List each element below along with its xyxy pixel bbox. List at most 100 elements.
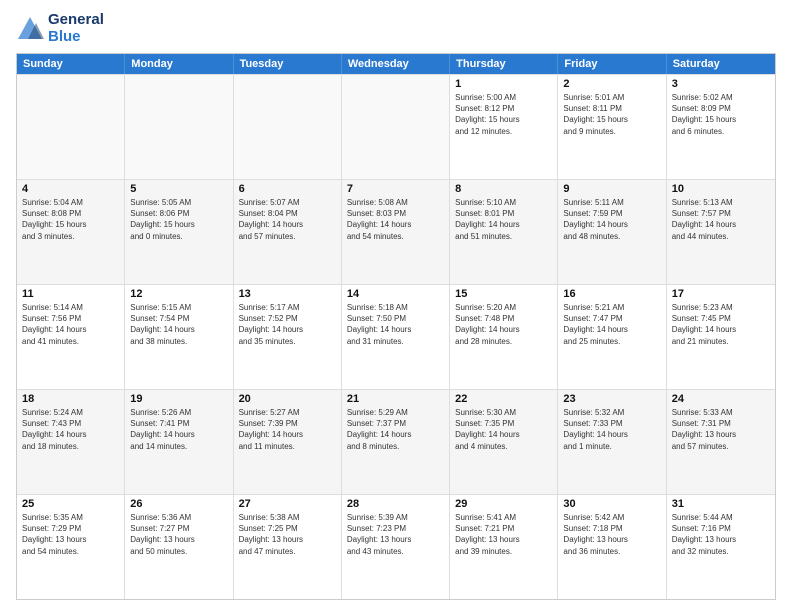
day-number: 15: [455, 288, 552, 300]
day-number: 6: [239, 183, 336, 195]
day-info: Sunrise: 5:23 AM Sunset: 7:45 PM Dayligh…: [672, 302, 770, 347]
calendar-cell: 25 Sunrise: 5:35 AM Sunset: 7:29 PM Dayli…: [17, 495, 125, 599]
calendar-cell: 4 Sunrise: 5:04 AM Sunset: 8:08 PM Daylig…: [17, 180, 125, 284]
day-info: Sunrise: 5:29 AM Sunset: 7:37 PM Dayligh…: [347, 407, 444, 452]
day-number: 10: [672, 183, 770, 195]
day-number: 29: [455, 498, 552, 510]
day-number: 18: [22, 393, 119, 405]
calendar-cell: 27Sunrise: 5:38 AM Sunset: 7:25 PM Dayli…: [234, 495, 342, 599]
calendar-cell: 14 Sunrise: 5:18 AM Sunset: 7:50 PM Dayli…: [342, 285, 450, 389]
calendar-cell: 3 Sunrise: 5:02 AM Sunset: 8:09 PM Daylig…: [667, 75, 775, 179]
day-number: 11: [22, 288, 119, 300]
day-info: Sunrise: 5:07 AM Sunset: 8:04 PM Dayligh…: [239, 197, 336, 242]
day-number: 5: [130, 183, 227, 195]
header-cell-friday: Friday: [558, 54, 666, 74]
calendar-cell: 13Sunrise: 5:17 AM Sunset: 7:52 PM Dayli…: [234, 285, 342, 389]
calendar-cell: [17, 75, 125, 179]
day-info: Sunrise: 5:20 AM Sunset: 7:48 PM Dayligh…: [455, 302, 552, 347]
calendar-cell: 11 Sunrise: 5:14 AM Sunset: 7:56 PM Dayli…: [17, 285, 125, 389]
calendar: SundayMondayTuesdayWednesdayThursdayFrid…: [16, 53, 776, 600]
day-info: Sunrise: 5:41 AM Sunset: 7:21 PM Dayligh…: [455, 512, 552, 557]
calendar-cell: 7Sunrise: 5:08 AM Sunset: 8:03 PM Daylig…: [342, 180, 450, 284]
calendar-row: 4 Sunrise: 5:04 AM Sunset: 8:08 PM Daylig…: [17, 179, 775, 284]
header: General Blue: [16, 12, 776, 45]
day-number: 4: [22, 183, 119, 195]
calendar-cell: 16 Sunrise: 5:21 AM Sunset: 7:47 PM Dayli…: [558, 285, 666, 389]
calendar-row: 1 Sunrise: 5:00 AM Sunset: 8:12 PM Daylig…: [17, 74, 775, 179]
day-info: Sunrise: 5:26 AM Sunset: 7:41 PM Dayligh…: [130, 407, 227, 452]
day-info: Sunrise: 5:08 AM Sunset: 8:03 PM Dayligh…: [347, 197, 444, 242]
calendar-cell: 9Sunrise: 5:11 AM Sunset: 7:59 PM Daylig…: [558, 180, 666, 284]
day-info: Sunrise: 5:02 AM Sunset: 8:09 PM Dayligh…: [672, 92, 770, 137]
calendar-cell: [125, 75, 233, 179]
calendar-row: 25 Sunrise: 5:35 AM Sunset: 7:29 PM Dayli…: [17, 494, 775, 599]
logo-icon: [16, 15, 44, 43]
calendar-header: SundayMondayTuesdayWednesdayThursdayFrid…: [17, 54, 775, 74]
day-info: Sunrise: 5:35 AM Sunset: 7:29 PM Dayligh…: [22, 512, 119, 557]
logo: General Blue: [16, 12, 104, 45]
day-info: Sunrise: 5:11 AM Sunset: 7:59 PM Dayligh…: [563, 197, 660, 242]
calendar-cell: 20 Sunrise: 5:27 AM Sunset: 7:39 PM Dayli…: [234, 390, 342, 494]
calendar-cell: 19 Sunrise: 5:26 AM Sunset: 7:41 PM Dayli…: [125, 390, 233, 494]
header-cell-tuesday: Tuesday: [234, 54, 342, 74]
header-cell-thursday: Thursday: [450, 54, 558, 74]
calendar-body: 1 Sunrise: 5:00 AM Sunset: 8:12 PM Daylig…: [17, 74, 775, 599]
header-cell-saturday: Saturday: [667, 54, 775, 74]
day-info: Sunrise: 5:42 AM Sunset: 7:18 PM Dayligh…: [563, 512, 660, 557]
day-info: Sunrise: 5:21 AM Sunset: 7:47 PM Dayligh…: [563, 302, 660, 347]
calendar-cell: 8 Sunrise: 5:10 AM Sunset: 8:01 PM Daylig…: [450, 180, 558, 284]
day-info: Sunrise: 5:27 AM Sunset: 7:39 PM Dayligh…: [239, 407, 336, 452]
day-info: Sunrise: 5:10 AM Sunset: 8:01 PM Dayligh…: [455, 197, 552, 242]
day-number: 24: [672, 393, 770, 405]
day-info: Sunrise: 5:44 AM Sunset: 7:16 PM Dayligh…: [672, 512, 770, 557]
day-number: 23: [563, 393, 660, 405]
calendar-cell: 10 Sunrise: 5:13 AM Sunset: 7:57 PM Dayli…: [667, 180, 775, 284]
day-info: Sunrise: 5:04 AM Sunset: 8:08 PM Dayligh…: [22, 197, 119, 242]
calendar-cell: [342, 75, 450, 179]
day-info: Sunrise: 5:30 AM Sunset: 7:35 PM Dayligh…: [455, 407, 552, 452]
day-number: 14: [347, 288, 444, 300]
day-number: 17: [672, 288, 770, 300]
calendar-cell: 2 Sunrise: 5:01 AM Sunset: 8:11 PM Daylig…: [558, 75, 666, 179]
day-number: 21: [347, 393, 444, 405]
day-info: Sunrise: 5:24 AM Sunset: 7:43 PM Dayligh…: [22, 407, 119, 452]
day-info: Sunrise: 5:01 AM Sunset: 8:11 PM Dayligh…: [563, 92, 660, 137]
page: General Blue SundayMondayTuesdayWednesda…: [0, 0, 792, 612]
day-info: Sunrise: 5:00 AM Sunset: 8:12 PM Dayligh…: [455, 92, 552, 137]
calendar-cell: 6 Sunrise: 5:07 AM Sunset: 8:04 PM Daylig…: [234, 180, 342, 284]
day-number: 2: [563, 78, 660, 90]
day-info: Sunrise: 5:33 AM Sunset: 7:31 PM Dayligh…: [672, 407, 770, 452]
calendar-cell: 12Sunrise: 5:15 AM Sunset: 7:54 PM Dayli…: [125, 285, 233, 389]
calendar-cell: 23Sunrise: 5:32 AM Sunset: 7:33 PM Dayli…: [558, 390, 666, 494]
day-number: 20: [239, 393, 336, 405]
day-number: 22: [455, 393, 552, 405]
calendar-cell: 18 Sunrise: 5:24 AM Sunset: 7:43 PM Dayli…: [17, 390, 125, 494]
day-info: Sunrise: 5:14 AM Sunset: 7:56 PM Dayligh…: [22, 302, 119, 347]
day-number: 31: [672, 498, 770, 510]
header-cell-sunday: Sunday: [17, 54, 125, 74]
day-info: Sunrise: 5:39 AM Sunset: 7:23 PM Dayligh…: [347, 512, 444, 557]
calendar-cell: 1 Sunrise: 5:00 AM Sunset: 8:12 PM Daylig…: [450, 75, 558, 179]
logo-text: General Blue: [48, 12, 104, 45]
day-number: 8: [455, 183, 552, 195]
day-number: 16: [563, 288, 660, 300]
day-number: 1: [455, 78, 552, 90]
calendar-cell: 31 Sunrise: 5:44 AM Sunset: 7:16 PM Dayli…: [667, 495, 775, 599]
day-number: 25: [22, 498, 119, 510]
calendar-cell: 26 Sunrise: 5:36 AM Sunset: 7:27 PM Dayli…: [125, 495, 233, 599]
calendar-cell: [234, 75, 342, 179]
day-number: 28: [347, 498, 444, 510]
day-info: Sunrise: 5:13 AM Sunset: 7:57 PM Dayligh…: [672, 197, 770, 242]
day-number: 19: [130, 393, 227, 405]
day-info: Sunrise: 5:18 AM Sunset: 7:50 PM Dayligh…: [347, 302, 444, 347]
day-info: Sunrise: 5:38 AM Sunset: 7:25 PM Dayligh…: [239, 512, 336, 557]
day-info: Sunrise: 5:36 AM Sunset: 7:27 PM Dayligh…: [130, 512, 227, 557]
day-number: 3: [672, 78, 770, 90]
day-number: 13: [239, 288, 336, 300]
calendar-cell: 24 Sunrise: 5:33 AM Sunset: 7:31 PM Dayli…: [667, 390, 775, 494]
calendar-cell: 21 Sunrise: 5:29 AM Sunset: 7:37 PM Dayli…: [342, 390, 450, 494]
day-number: 26: [130, 498, 227, 510]
day-info: Sunrise: 5:15 AM Sunset: 7:54 PM Dayligh…: [130, 302, 227, 347]
day-info: Sunrise: 5:05 AM Sunset: 8:06 PM Dayligh…: [130, 197, 227, 242]
calendar-cell: 22 Sunrise: 5:30 AM Sunset: 7:35 PM Dayli…: [450, 390, 558, 494]
